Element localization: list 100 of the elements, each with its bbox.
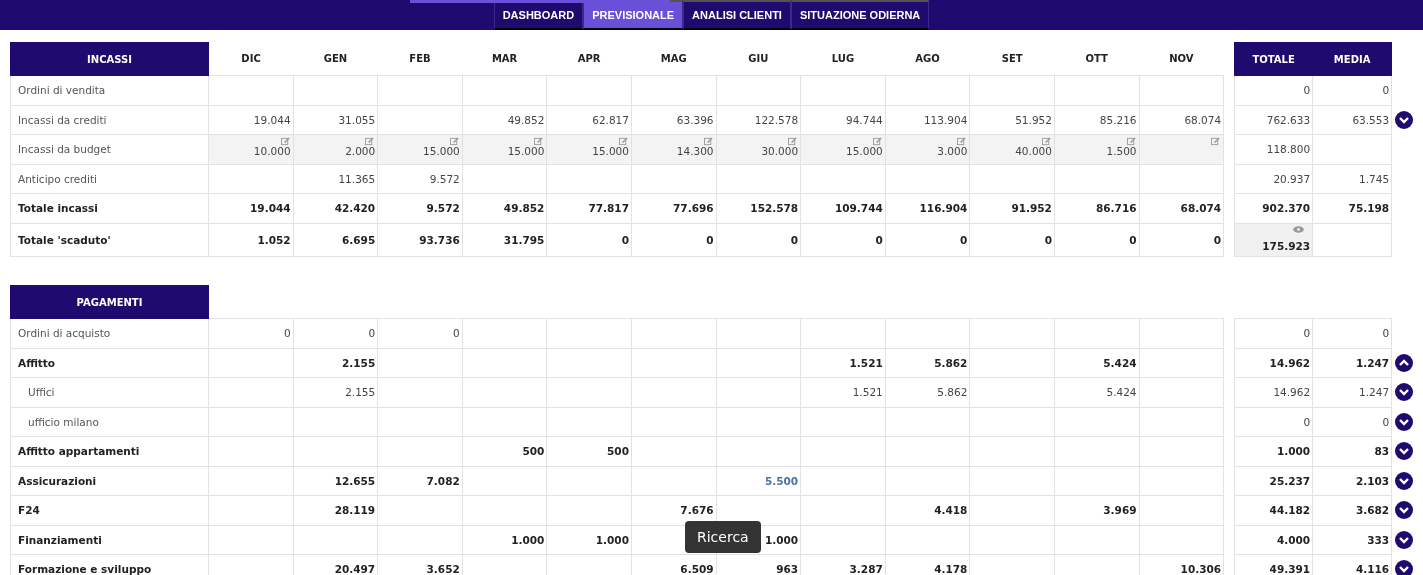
table-cell: 31.795 <box>462 223 547 257</box>
edit-icon[interactable] <box>449 137 459 146</box>
section-header: INCASSI <box>10 42 209 76</box>
row-label: Ordini di acquisto <box>10 318 209 348</box>
edit-icon[interactable] <box>280 137 290 146</box>
table-cell: 51.952 <box>969 105 1055 135</box>
edit-icon[interactable] <box>534 137 544 146</box>
table-cell: 0 <box>546 223 632 257</box>
table-cell: 122.578 <box>716 105 801 135</box>
table-cell: 0 <box>1234 75 1313 105</box>
table-cell: 109.744 <box>800 193 886 223</box>
chevron-down-icon[interactable] <box>1395 501 1414 520</box>
table-cell: 49.391 <box>1234 554 1313 575</box>
table-cell: 77.817 <box>546 193 632 223</box>
edit-icon[interactable] <box>1126 137 1136 146</box>
row-label: Uffici <box>10 377 209 407</box>
chevron-down-icon[interactable] <box>1395 530 1414 549</box>
column-header: GIU <box>716 42 801 76</box>
chevron-down-icon[interactable] <box>1395 560 1414 575</box>
row-label: Formazione e sviluppo <box>10 554 209 575</box>
column-header: MAR <box>462 42 547 76</box>
table-cell: 0 <box>1312 318 1392 348</box>
table-cell: 2.103 <box>1312 466 1392 496</box>
table-cell: 0 <box>1054 223 1140 257</box>
table-cell: 25.237 <box>1234 466 1313 496</box>
table-cell: 63.553 <box>1312 105 1392 135</box>
edit-icon[interactable] <box>788 137 798 146</box>
table-cell: 20.937 <box>1234 164 1313 194</box>
edit-icon[interactable] <box>872 137 882 146</box>
table-cell: 14.962 <box>1234 348 1313 378</box>
table-cell: 1.000 <box>1234 436 1313 466</box>
table-cell: 152.578 <box>716 193 801 223</box>
chevron-down-icon[interactable] <box>1395 383 1414 402</box>
table-cell: 0 <box>293 318 378 348</box>
table-cell: 68.074 <box>1139 105 1224 135</box>
edit-icon[interactable] <box>365 137 375 146</box>
edit-icon[interactable] <box>703 137 713 146</box>
table-cell: 116.904 <box>885 193 970 223</box>
table-cell: 0 <box>969 223 1055 257</box>
table-cell: 1.247 <box>1312 377 1392 407</box>
table-cell: 0 <box>716 223 801 257</box>
column-header: SET <box>969 42 1055 76</box>
table-cell: 113.904 <box>885 105 970 135</box>
edit-icon[interactable] <box>618 137 628 146</box>
chevron-down-icon[interactable] <box>1395 412 1414 431</box>
edit-icon[interactable] <box>1211 137 1221 146</box>
table-cell: 500 <box>462 436 547 466</box>
nav-tab[interactable]: SITUAZIONE ODIERNA <box>790 0 930 30</box>
table-cell: 762.633 <box>1234 105 1313 135</box>
row-label: Incassi da crediti <box>10 105 209 135</box>
table-cell: 15.000 <box>800 134 886 164</box>
table-cell: 94.744 <box>800 105 886 135</box>
table-cell: 83 <box>1312 436 1392 466</box>
table-cell: 62.817 <box>546 105 632 135</box>
table-cell: 93.736 <box>377 223 463 257</box>
table-cell: 175.923 <box>1234 223 1313 257</box>
table-cell: 19.044 <box>208 105 294 135</box>
row-label: Affitto appartamenti <box>10 436 209 466</box>
table-cell: 86.716 <box>1054 193 1140 223</box>
table-cell: 14.300 <box>631 134 717 164</box>
table-cell: 30.000 <box>716 134 801 164</box>
nav-tab[interactable]: ANALISI CLIENTI <box>683 0 791 30</box>
table-cell: 0 <box>1139 223 1224 257</box>
table-cell: 3.969 <box>1054 495 1140 525</box>
table-cell: 5.862 <box>885 348 970 378</box>
table-cell: 1.521 <box>800 377 886 407</box>
table-cell: 4.000 <box>1234 525 1313 555</box>
chevron-down-icon[interactable] <box>1395 471 1414 490</box>
table-cell: 0 <box>377 318 463 348</box>
row-label: F24 <box>10 495 209 525</box>
chevron-down-icon[interactable] <box>1395 442 1414 461</box>
table-cell: 5.424 <box>1054 377 1140 407</box>
table-cell: 10.000 <box>208 134 294 164</box>
table-cell: 333 <box>1312 525 1392 555</box>
column-header: MAG <box>631 42 717 76</box>
table-cell: 42.420 <box>293 193 378 223</box>
column-header: GEN <box>293 42 378 76</box>
table-cell[interactable]: 5.500 <box>716 466 801 496</box>
edit-icon[interactable] <box>1041 137 1051 146</box>
chevron-up-icon[interactable] <box>1395 353 1414 372</box>
table-cell: 1.000 <box>546 525 632 555</box>
table-cell: 9.572 <box>377 164 463 194</box>
table-cell: 85.216 <box>1054 105 1140 135</box>
table-cell: 28.119 <box>293 495 378 525</box>
table-cell: 5.862 <box>885 377 970 407</box>
section-header: PAGAMENTI <box>10 285 209 319</box>
table-cell: 77.696 <box>631 193 717 223</box>
table-cell: 3.682 <box>1312 495 1392 525</box>
row-label: ufficio milano <box>10 407 209 437</box>
row-label: Ordini di vendita <box>10 75 209 105</box>
chevron-down-icon[interactable] <box>1395 110 1414 129</box>
table-cell: 68.074 <box>1139 193 1224 223</box>
table-cell: 1.521 <box>800 348 886 378</box>
table-cell: 4.418 <box>885 495 970 525</box>
table-cell: 1.052 <box>208 223 294 257</box>
table-cell: 49.852 <box>462 193 547 223</box>
eye-icon[interactable] <box>1293 225 1305 233</box>
table-cell: 15.000 <box>462 134 547 164</box>
edit-icon[interactable] <box>957 137 967 146</box>
row-label: Totale incassi <box>10 193 209 223</box>
